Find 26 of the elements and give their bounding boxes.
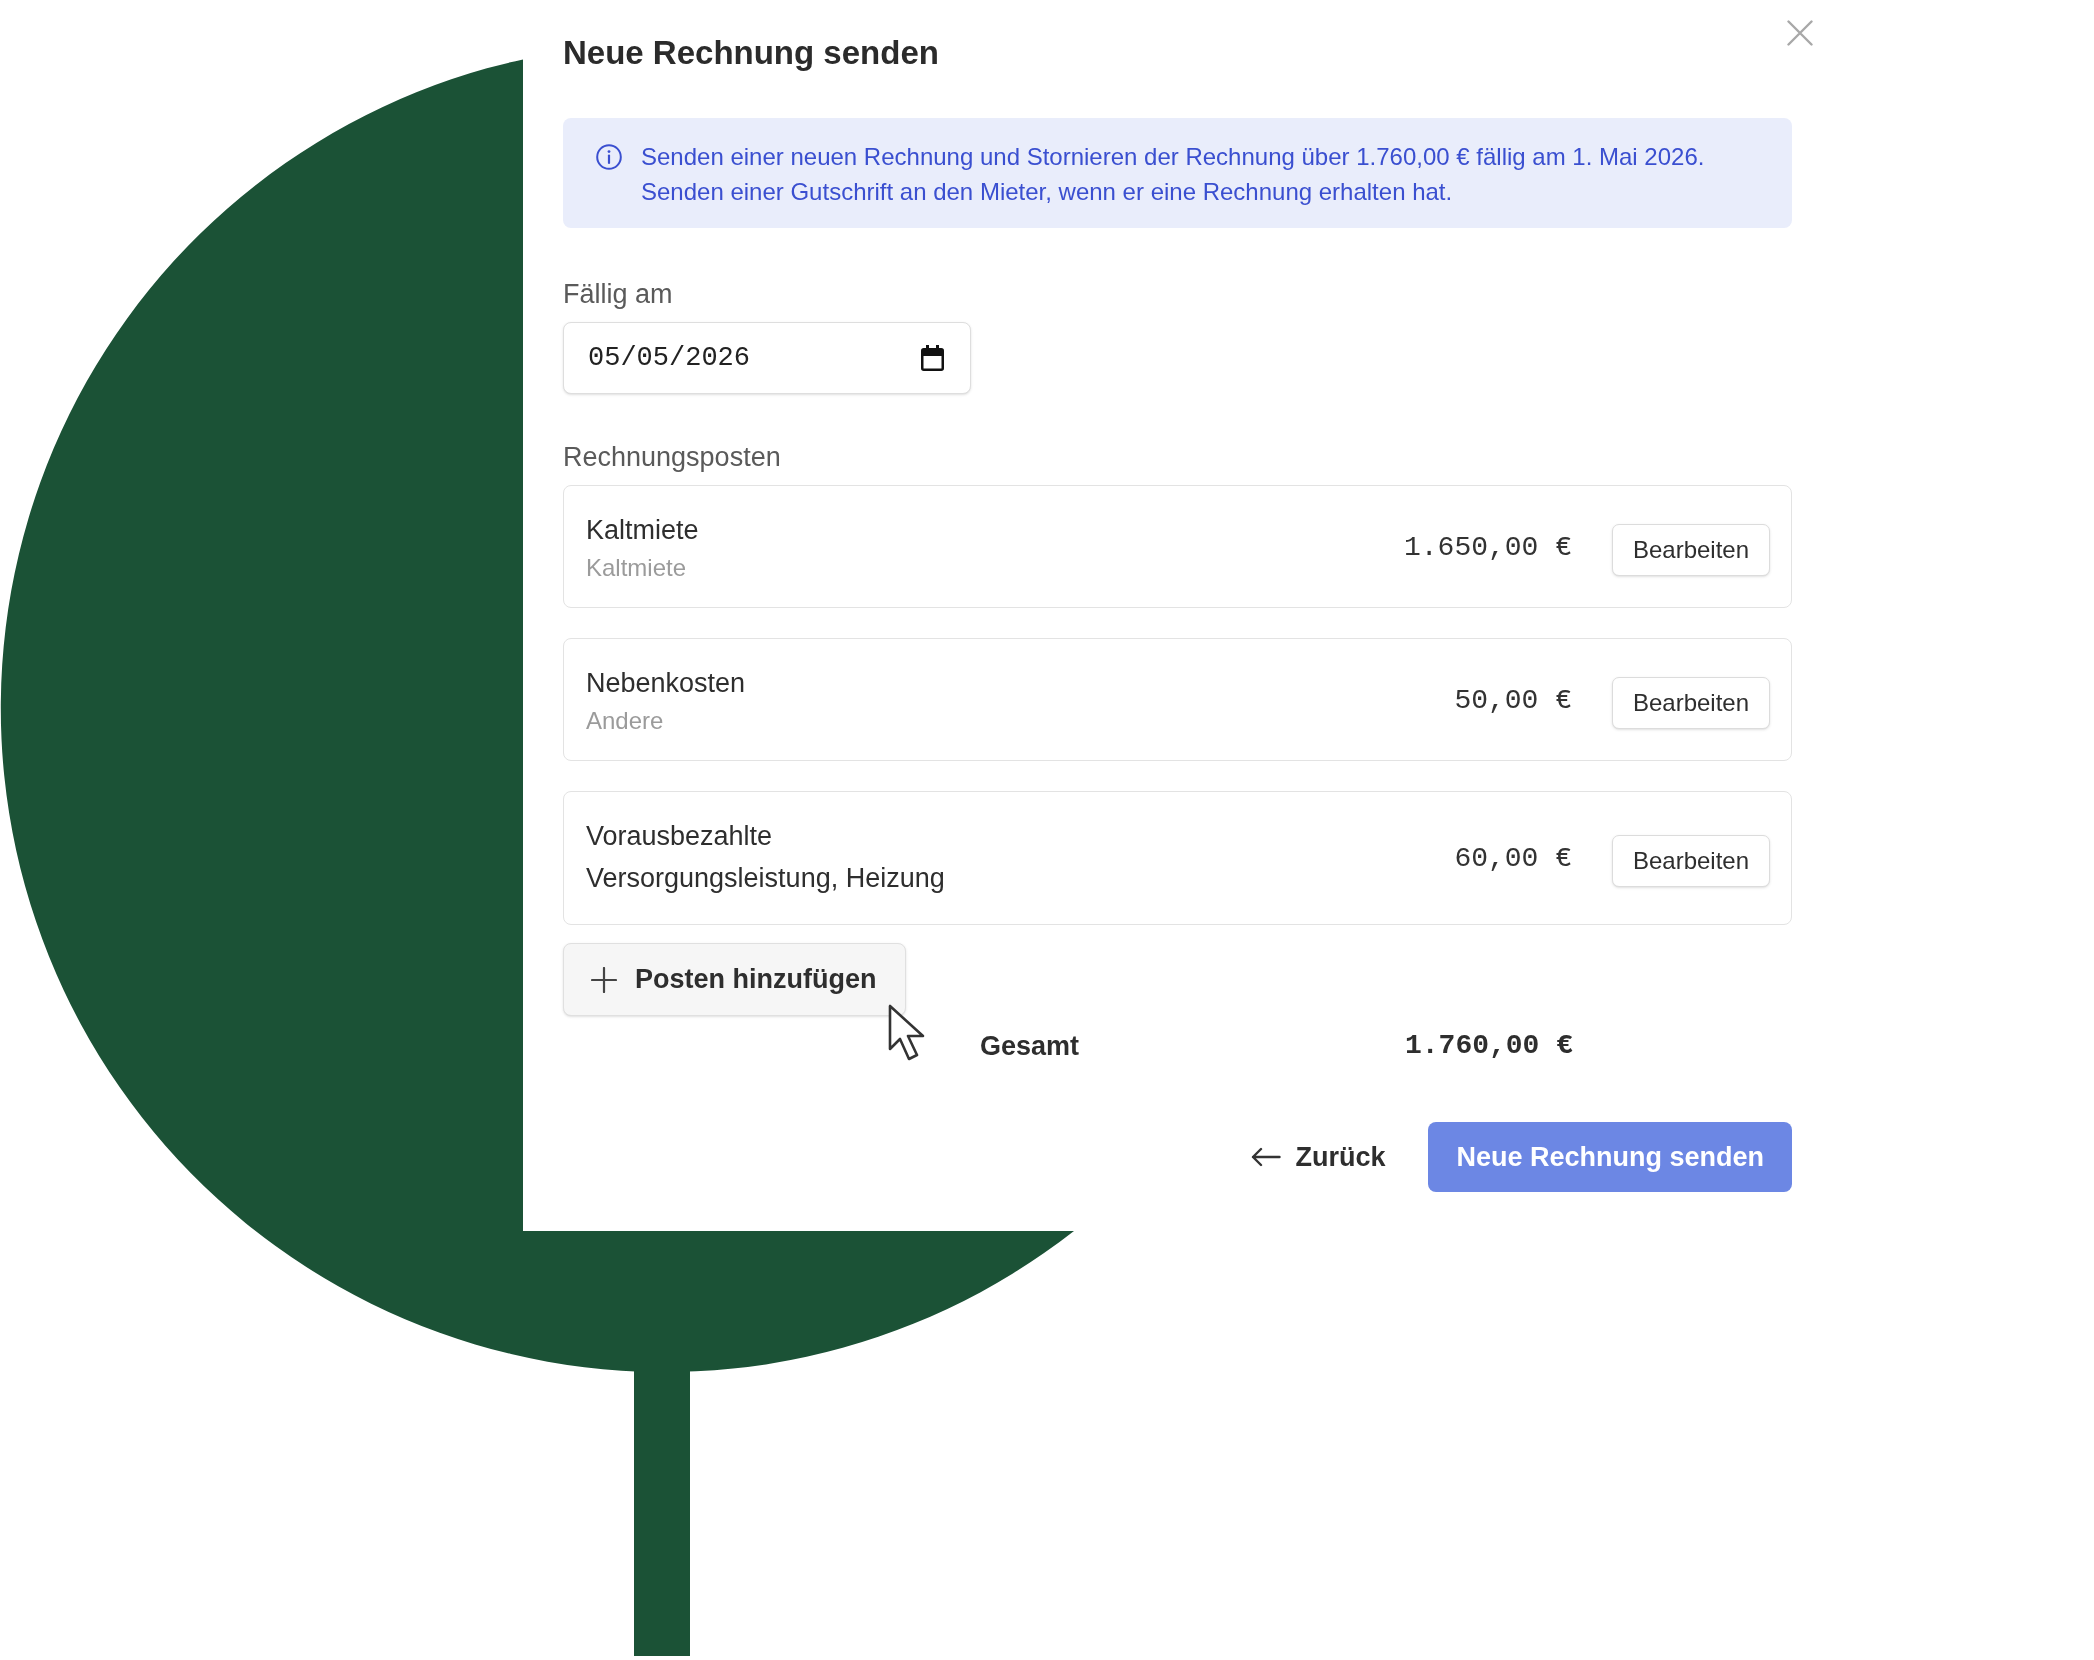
edit-button[interactable]: Bearbeiten bbox=[1612, 835, 1770, 887]
calendar-icon bbox=[921, 345, 944, 371]
item-amount: 50,00 € bbox=[1454, 683, 1572, 718]
add-item-button[interactable]: Posten hinzufügen bbox=[563, 943, 906, 1016]
item-name: Vorausbezahlte Versorgungsleistung, Heizung bbox=[586, 820, 946, 895]
back-button[interactable]: Zurück bbox=[1251, 1136, 1386, 1178]
total-amount: 1.760,00 € bbox=[1404, 1029, 1573, 1063]
item-name: Nebenkosten bbox=[586, 667, 746, 700]
item-category: Andere bbox=[586, 707, 664, 735]
info-text: Senden einer neuen Rechnung und Stornieren der Rechnung über 1.760,00 € fällig am 1. Mai 2026. Senden einer Gutschrift an den Mieter, wenn er eine Rechnung erhalten hat. bbox=[641, 142, 1706, 207]
edit-button[interactable]: Bearbeiten bbox=[1612, 676, 1770, 729]
edit-button[interactable]: Bearbeiten bbox=[1612, 523, 1770, 576]
date-field[interactable]: 05/05/2026 bbox=[563, 322, 971, 394]
plus-icon bbox=[591, 966, 617, 993]
due-date-label: Fällig am bbox=[563, 278, 673, 310]
close-button[interactable] bbox=[1787, 20, 1813, 46]
item-name: Kaltmiete bbox=[586, 514, 699, 547]
info-icon bbox=[596, 144, 622, 170]
line-items-label: Rechnungsposten bbox=[563, 441, 781, 473]
total-label: Gesamt bbox=[980, 1030, 1080, 1063]
item-amount: 60,00 € bbox=[1454, 842, 1572, 876]
dialog-title: Neue Rechnung senden bbox=[563, 33, 939, 73]
arrow-left-icon bbox=[1251, 1147, 1282, 1167]
item-category: Kaltmiete bbox=[586, 554, 687, 582]
close-icon bbox=[1787, 20, 1813, 46]
item-amount: 1.650,00 € bbox=[1403, 530, 1572, 565]
